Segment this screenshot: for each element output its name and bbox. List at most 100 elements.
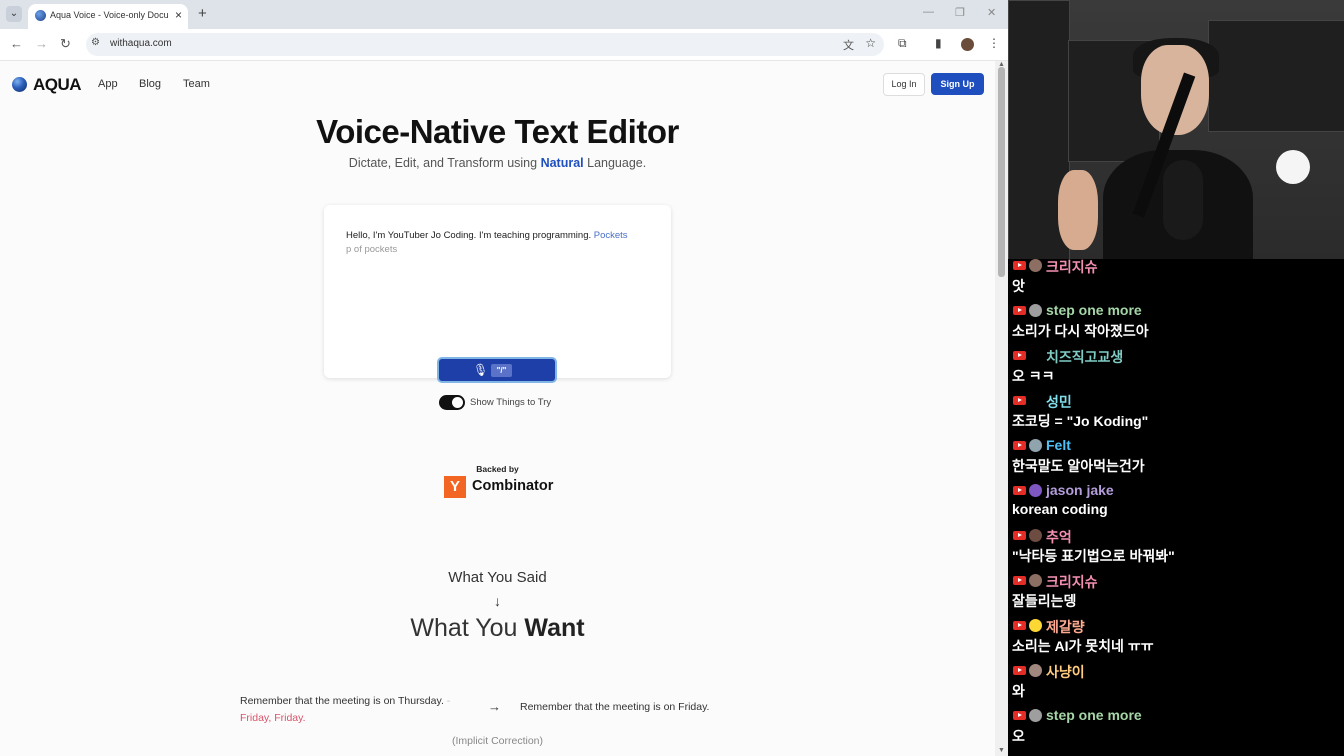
chat-avatar bbox=[1029, 484, 1042, 497]
nav-app[interactable]: App bbox=[98, 78, 118, 90]
editor-text[interactable]: Hello, I'm YouTuber Jo Coding. I'm teach… bbox=[346, 229, 656, 257]
youtube-icon bbox=[1013, 621, 1026, 630]
chat-message: 성민 조코딩 = "Jo Koding" bbox=[1008, 394, 1344, 439]
example-left-text: Remember that the meeting is on Thursday… bbox=[240, 695, 444, 707]
menu-icon[interactable]: ⋮ bbox=[988, 36, 1000, 50]
what-you-want-heading: What You Want bbox=[0, 614, 995, 643]
youtube-icon bbox=[1013, 261, 1026, 270]
chat-message: step one more 소리가 다시 작아졌드아 bbox=[1008, 302, 1344, 349]
want-bold: Want bbox=[524, 614, 585, 642]
chat-text: 조코딩 = "Jo Koding" bbox=[1012, 413, 1149, 429]
studio-microphone bbox=[1163, 160, 1203, 240]
youtube-icon bbox=[1013, 576, 1026, 585]
shortcut-key: "/" bbox=[491, 364, 512, 377]
chat-message: 크리지슈잘들리는뎅 bbox=[1008, 574, 1344, 619]
example-caption: (Implicit Correction) bbox=[451, 735, 543, 747]
editor-interim-text-2: p of pockets bbox=[346, 244, 398, 255]
new-tab-icon[interactable]: + bbox=[198, 5, 207, 22]
minimize-icon[interactable]: — bbox=[923, 6, 934, 18]
translate-icon[interactable]: 文 bbox=[843, 37, 854, 53]
webcam-feed bbox=[1008, 0, 1344, 259]
editor-final-text: Hello, I'm YouTuber Jo Coding. I'm teach… bbox=[346, 230, 594, 241]
subtitle-highlight: Natural bbox=[540, 156, 584, 170]
chat-text: 오 bbox=[1012, 728, 1025, 744]
chat-avatar bbox=[1029, 574, 1042, 587]
address-bar[interactable]: ⚙ withaqua.com 文 ☆ bbox=[86, 33, 884, 56]
chat-avatar bbox=[1029, 664, 1042, 677]
chat-username: 치즈직고교생 bbox=[1046, 349, 1124, 365]
chat-message: step one more 오 bbox=[1008, 707, 1344, 754]
chat-text: 와 bbox=[1012, 683, 1025, 699]
tab-close-icon[interactable]: × bbox=[175, 8, 182, 22]
signup-button[interactable]: Sign Up bbox=[931, 73, 984, 95]
youtube-icon bbox=[1013, 351, 1026, 360]
profile-avatar[interactable] bbox=[961, 38, 974, 51]
what-you-said-heading: What You Said bbox=[448, 569, 547, 586]
chat-message: 사냥이와 bbox=[1008, 664, 1344, 709]
record-button[interactable]: 🎙 "/" bbox=[437, 357, 557, 383]
tab-bar: ⌄ Aqua Voice - Voice-only Docu × + — ❐ ✕ bbox=[0, 0, 1008, 29]
chat-text: 앗 bbox=[1012, 278, 1025, 294]
tab-search-icon[interactable]: ⌄ bbox=[6, 6, 22, 22]
backed-by-label: Backed by bbox=[476, 464, 519, 474]
login-button[interactable]: Log In bbox=[883, 73, 925, 96]
chat-username: 제갈량 bbox=[1046, 619, 1085, 635]
scrollbar-thumb[interactable] bbox=[998, 67, 1005, 277]
chat-username: step one more bbox=[1046, 707, 1142, 723]
y-combinator-logo-icon: Y bbox=[444, 476, 466, 498]
chat-message: 추억 "낙타등 표기법으로 바꿔봐" bbox=[1008, 529, 1344, 574]
example-output: Remember that the meeting is on Friday. bbox=[520, 701, 710, 713]
down-arrow-icon: ↓ bbox=[494, 593, 501, 609]
chat-username: Felt bbox=[1046, 437, 1071, 453]
reload-icon[interactable]: ↻ bbox=[60, 36, 71, 52]
chat-username: 크리지슈 bbox=[1046, 574, 1098, 590]
voice-editor[interactable]: Hello, I'm YouTuber Jo Coding. I'm teach… bbox=[324, 205, 671, 378]
chat-message: 제갈량 소리는 AI가 못치네 ㅠㅠ bbox=[1008, 619, 1344, 664]
close-window-icon[interactable]: ✕ bbox=[987, 6, 996, 19]
page-title: Voice-Native Text Editor bbox=[316, 113, 679, 150]
youtube-icon bbox=[1013, 711, 1026, 720]
chat-text: 한국말도 알아먹는건가 bbox=[1012, 458, 1145, 474]
web-page: AQUA App Blog Team Log In Sign Up Voice-… bbox=[0, 61, 995, 756]
right-arrow-icon: → bbox=[488, 699, 501, 714]
chat-username: 추억 bbox=[1046, 529, 1072, 545]
chat-text: "낙타등 표기법으로 바꿔봐" bbox=[1012, 548, 1175, 564]
chat-username: 사냥이 bbox=[1046, 664, 1085, 680]
scroll-down-icon[interactable]: ▼ bbox=[998, 747, 1005, 754]
aqua-favicon-icon bbox=[35, 10, 46, 21]
browser-tab[interactable]: Aqua Voice - Voice-only Docu × bbox=[28, 4, 188, 29]
youtube-icon bbox=[1013, 486, 1026, 495]
streamer-hand bbox=[1058, 170, 1098, 250]
editor-interim-text: Pockets bbox=[593, 230, 628, 241]
chat-text: 오 ㅋㅋ bbox=[1012, 368, 1055, 384]
chat-username: 크리지슈 bbox=[1046, 259, 1098, 275]
youtube-icon bbox=[1013, 441, 1026, 450]
extensions-icon[interactable]: ⧉ bbox=[898, 36, 907, 51]
chat-text: 소리가 다시 작아졌드아 bbox=[1012, 323, 1149, 339]
example-left-dash: - bbox=[443, 695, 451, 707]
nav-blog[interactable]: Blog bbox=[139, 78, 161, 90]
site-info-icon[interactable]: ⚙ bbox=[91, 37, 100, 48]
chat-username: jason jake bbox=[1046, 482, 1114, 498]
url-text[interactable]: withaqua.com bbox=[110, 38, 172, 49]
chat-avatar bbox=[1029, 259, 1042, 272]
logo-text: AQUA bbox=[33, 75, 82, 94]
bookmark-star-icon[interactable]: ☆ bbox=[865, 36, 876, 50]
y-combinator-wordmark: Combinator bbox=[472, 478, 554, 494]
chat-text: 잘들리는뎅 bbox=[1012, 593, 1077, 609]
chat-avatar bbox=[1029, 394, 1042, 407]
page-scrollbar[interactable]: ▲ ▼ bbox=[995, 61, 1008, 756]
restore-icon[interactable]: ❐ bbox=[955, 6, 965, 19]
tab-title: Aqua Voice - Voice-only Docu bbox=[50, 10, 168, 20]
lamp-decoration bbox=[1276, 150, 1310, 184]
nav-team[interactable]: Team bbox=[183, 78, 210, 90]
browser-toolbar: ← → ↻ ⚙ withaqua.com 文 ☆ ⧉ ▮ ⋮ bbox=[0, 29, 1008, 61]
subtitle-pre: Dictate, Edit, and Transform using bbox=[348, 156, 541, 170]
chat-avatar bbox=[1029, 619, 1042, 632]
stream-overlay: 크리지슈 앗 step one more 소리가 다시 작아졌드아 치즈직고교생 오 ㅋㅋ… bbox=[1008, 0, 1344, 756]
forward-icon[interactable]: → bbox=[35, 36, 48, 51]
subtitle-post: Language. bbox=[583, 156, 647, 170]
show-things-toggle[interactable] bbox=[439, 395, 465, 410]
side-panel-icon[interactable]: ▮ bbox=[935, 36, 942, 50]
back-icon[interactable]: ← bbox=[10, 36, 23, 51]
